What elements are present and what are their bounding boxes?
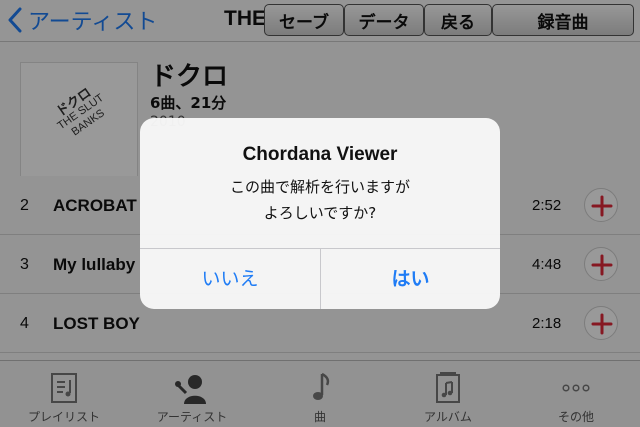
cancel-button[interactable]: いいえ (140, 249, 320, 309)
dialog-title: Chordana Viewer (242, 144, 398, 165)
confirm-dialog: Chordana Viewer この曲で解析を行いますが よろしいですか? いい… (140, 118, 500, 309)
confirm-button[interactable]: はい (321, 249, 500, 309)
dialog-message: この曲で解析を行いますが よろしいですか? (229, 178, 410, 222)
